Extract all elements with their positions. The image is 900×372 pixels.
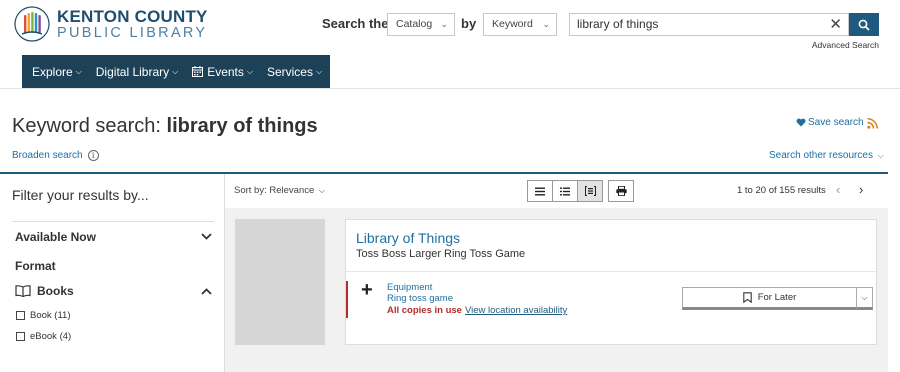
- result-card: Library of Things Toss Boss Larger Ring …: [345, 219, 877, 345]
- search-the-label: Search the: [322, 16, 389, 31]
- catalog-select-value: Catalog: [396, 18, 433, 30]
- prev-page-icon[interactable]: ‹: [836, 182, 840, 197]
- keyword-select[interactable]: Keyword ⌄: [483, 13, 557, 36]
- keyword-select-value: Keyword: [492, 18, 533, 30]
- for-later-label: For Later: [757, 292, 797, 303]
- facet-option-book[interactable]: Book (11): [16, 310, 70, 321]
- nav-services[interactable]: Services ⌵: [267, 65, 322, 79]
- by-label: by: [461, 16, 477, 31]
- nav-explore[interactable]: Explore ⌵: [32, 65, 82, 79]
- facet-option-label: Book (11): [30, 310, 71, 321]
- filter-title: Filter your results by...: [12, 187, 149, 203]
- view-toggle-group: [527, 180, 634, 202]
- covers-view-icon: [584, 186, 596, 196]
- nav-events-label: Events: [207, 64, 244, 79]
- for-later-button[interactable]: For Later: [682, 287, 857, 310]
- chevron-down-icon: ⌵: [75, 66, 82, 76]
- next-page-icon[interactable]: ›: [859, 182, 863, 197]
- results-count: 1 to 20 of 155 results: [737, 185, 826, 196]
- nav-services-label: Services: [266, 64, 313, 79]
- book-icon: [15, 285, 31, 297]
- print-icon: [615, 186, 627, 196]
- broaden-search-link[interactable]: Broaden search i: [12, 150, 99, 161]
- cover-thumbnail[interactable]: [235, 219, 325, 345]
- facet-option-ebook[interactable]: eBook (4): [16, 331, 71, 342]
- filter-divider: [12, 221, 214, 222]
- chevron-down-icon: ⌵: [318, 186, 325, 195]
- results-divider: [0, 172, 888, 174]
- header-divider: [0, 88, 900, 89]
- catalog-select[interactable]: Catalog ⌄: [387, 13, 455, 36]
- facet-format-heading: Format: [15, 259, 56, 273]
- chevron-down-icon[interactable]: [201, 233, 212, 240]
- chevron-down-icon: ⌵: [172, 66, 179, 76]
- view-detailed-list-button[interactable]: [552, 180, 578, 202]
- chevron-down-icon: ⌵: [315, 66, 323, 76]
- nav-explore-label: Explore: [32, 64, 73, 79]
- facet-available-now[interactable]: Available Now: [15, 230, 96, 244]
- search-button[interactable]: [849, 13, 879, 36]
- save-search-label: Save search: [808, 117, 864, 128]
- chevron-down-icon: ⌵: [861, 292, 868, 302]
- heart-icon: [796, 118, 806, 127]
- search-input[interactable]: library of things ✕: [569, 13, 849, 36]
- record-title-link[interactable]: Library of Things: [356, 230, 460, 246]
- page-title-prefix: Keyword search:: [12, 115, 167, 137]
- info-icon[interactable]: i: [87, 150, 99, 161]
- availability-status: All copies in use: [387, 305, 462, 316]
- facet-option-label: eBook (4): [30, 331, 72, 342]
- library-logo[interactable]: KENTON COUNTY PUBLIC LIBRARY: [14, 6, 208, 42]
- rss-icon[interactable]: [867, 118, 878, 129]
- nav-digital-library-label: Digital Library: [95, 64, 170, 79]
- calendar-icon: [192, 66, 204, 77]
- record-format-detail-link[interactable]: Ring toss game: [387, 293, 453, 304]
- list-icon: [535, 187, 545, 195]
- page-title: Keyword search: library of things: [12, 115, 318, 138]
- chevron-down-icon: ⌵: [246, 66, 253, 76]
- nav-digital-library[interactable]: Digital Library ⌵: [96, 65, 178, 79]
- card-divider: [346, 271, 876, 272]
- chevron-up-icon[interactable]: [201, 288, 212, 295]
- chevron-down-icon: ⌄: [440, 19, 448, 29]
- sort-label: Sort by: Relevance: [234, 185, 315, 196]
- library-logo-icon: [14, 6, 50, 42]
- expand-plus-icon[interactable]: +: [361, 280, 373, 300]
- availability-line: All copies in use View location availabil…: [387, 305, 567, 316]
- advanced-search-link[interactable]: Advanced Search: [812, 40, 879, 50]
- view-list-button[interactable]: [527, 180, 553, 202]
- checkbox[interactable]: [16, 332, 25, 341]
- bulleted-list-icon: [560, 187, 570, 195]
- logo-subtitle: PUBLIC LIBRARY: [57, 24, 208, 41]
- search-input-value: library of things: [577, 17, 659, 31]
- record-subtitle: Toss Boss Larger Ring Toss Game: [356, 248, 526, 260]
- sort-dropdown[interactable]: Sort by: Relevance ⌵: [234, 185, 325, 196]
- other-resources-label: Search other resources: [769, 150, 873, 161]
- facet-books-label: Books: [37, 284, 74, 298]
- search-other-resources-link[interactable]: Search other resources ⌵: [769, 150, 884, 161]
- page-title-query: library of things: [166, 115, 318, 137]
- save-search-link[interactable]: Save search: [796, 117, 864, 128]
- logo-title: KENTON COUNTY: [57, 6, 208, 26]
- record-format-link[interactable]: Equipment: [387, 282, 432, 293]
- search-icon: [858, 19, 870, 31]
- nav-events[interactable]: Events ⌵: [192, 65, 253, 79]
- for-later-dropdown[interactable]: ⌵: [856, 287, 873, 310]
- broaden-search-label: Broaden search: [12, 150, 83, 161]
- bookmark-icon: [742, 292, 752, 303]
- clear-search-icon[interactable]: ✕: [829, 14, 842, 35]
- checkbox[interactable]: [16, 311, 25, 320]
- availability-indicator: [346, 281, 348, 318]
- print-button[interactable]: [608, 180, 634, 202]
- main-nav: Explore ⌵ Digital Library ⌵ Events ⌵ Ser…: [22, 55, 330, 88]
- facet-books[interactable]: Books: [15, 284, 74, 298]
- view-location-availability-link[interactable]: View location availability: [465, 305, 567, 316]
- chevron-down-icon: ⌵: [877, 151, 884, 160]
- chevron-down-icon: ⌄: [542, 19, 550, 29]
- view-cover-button[interactable]: [577, 180, 603, 202]
